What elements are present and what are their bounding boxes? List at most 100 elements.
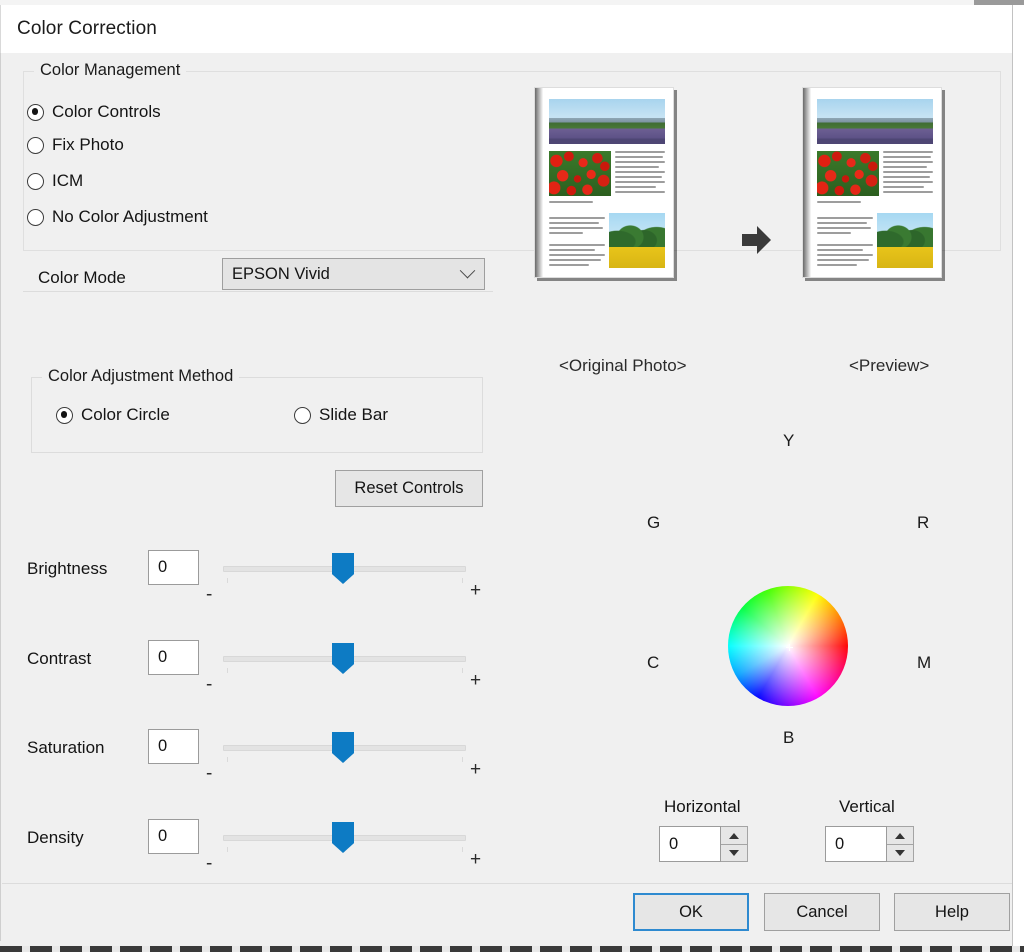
slider-plus-brightness: + (470, 580, 482, 601)
vertical-increment-button[interactable] (887, 826, 914, 844)
preview-page-content (813, 95, 934, 271)
window-right-pane (1013, 5, 1024, 946)
ok-button[interactable]: OK (633, 893, 749, 931)
slider-value-saturation[interactable]: 0 (148, 729, 199, 764)
text-column-right (883, 151, 933, 196)
cancel-button[interactable]: Cancel (764, 893, 880, 931)
radio-icm-label: ICM (52, 171, 84, 190)
chevron-down-icon (459, 262, 476, 279)
triangle-down-icon (729, 850, 739, 856)
horizontal-decrement-button[interactable] (721, 844, 748, 862)
vertical-decrement-button[interactable] (887, 844, 914, 862)
vertical-value: 0 (835, 834, 845, 853)
radio-no-color-adjustment-label: No Color Adjustment (52, 207, 208, 226)
text-caption-line (549, 201, 593, 206)
slider-minus-brightness: - (206, 584, 213, 605)
slider-track-brightness[interactable] (223, 550, 466, 600)
text-column-right (615, 151, 665, 196)
photo-poppy-field (817, 151, 879, 196)
wheel-label-yellow: Y (783, 431, 795, 450)
wheel-label-cyan: C (647, 653, 660, 672)
slider-plus-density: + (470, 849, 482, 870)
radio-no-color-adjustment-indicator[interactable] (27, 208, 44, 226)
slider-minus-contrast: - (206, 674, 213, 695)
slider-track-density[interactable] (223, 819, 466, 869)
slider-tick-right (462, 578, 463, 583)
slider-thumb-contrast[interactable] (332, 643, 354, 674)
color-management-divider (23, 291, 493, 292)
vertical-stepper-buttons (887, 826, 914, 862)
slider-label-brightness: Brightness (27, 559, 108, 578)
horizontal-stepper[interactable]: 0 (659, 826, 748, 862)
original-page-content (545, 95, 666, 271)
slider-tick-right (462, 668, 463, 673)
radio-icm[interactable]: ICM (27, 171, 83, 191)
horizontal-stepper-buttons (721, 826, 748, 862)
preview-photo-thumbnail (802, 87, 942, 278)
wheel-label-blue: B (783, 728, 795, 747)
vertical-input[interactable]: 0 (825, 826, 887, 862)
radio-color-circle-indicator[interactable] (56, 406, 73, 424)
radio-color-controls-indicator[interactable] (27, 103, 44, 121)
slider-thumb-density[interactable] (332, 822, 354, 853)
slider-value-saturation-text: 0 (158, 737, 168, 755)
color-mode-value: EPSON Vivid (232, 264, 330, 283)
slider-minus-saturation: - (206, 763, 213, 784)
slider-label-density: Density (27, 828, 84, 847)
slider-minus-density: - (206, 853, 213, 874)
color-correction-dialog: Color Correction Color Management Color … (0, 0, 1024, 952)
slider-tick-right (462, 757, 463, 762)
slider-thumb-saturation[interactable] (332, 732, 354, 763)
horizontal-value: 0 (669, 834, 679, 853)
slider-row-saturation: Saturation 0 - + (1, 712, 501, 798)
slider-label-saturation: Saturation (27, 738, 105, 757)
radio-slide-bar-indicator[interactable] (294, 406, 311, 424)
text-column-left (817, 217, 873, 269)
wheel-label-magenta: M (917, 653, 932, 672)
page-spine-shade (803, 88, 811, 277)
reset-controls-button[interactable]: Reset Controls (335, 470, 483, 507)
slider-tick-right (462, 847, 463, 852)
radio-color-circle-label: Color Circle (81, 405, 170, 424)
slider-value-brightness[interactable]: 0 (148, 550, 199, 585)
radio-slide-bar[interactable]: Slide Bar (294, 405, 388, 425)
radio-fix-photo-label: Fix Photo (52, 135, 124, 154)
vertical-stepper[interactable]: 0 (825, 826, 914, 862)
slider-row-contrast: Contrast 0 - + (1, 623, 501, 709)
slider-track-contrast[interactable] (223, 640, 466, 690)
color-circle-crosshair (786, 644, 793, 651)
window-bottom-strip (0, 946, 1024, 952)
photo-mountain-lavender (817, 99, 933, 144)
triangle-up-icon (895, 832, 905, 839)
original-photo-thumbnail (534, 87, 674, 278)
photo-mountain-lavender (549, 99, 665, 144)
radio-icm-indicator[interactable] (27, 172, 44, 190)
radio-no-color-adjustment[interactable]: No Color Adjustment (27, 207, 208, 227)
triangle-down-icon (895, 850, 905, 856)
title-bar: Color Correction (0, 5, 1012, 53)
window-title: Color Correction (17, 18, 157, 39)
photo-trees-canola (609, 213, 665, 268)
footer-divider (2, 883, 1012, 884)
horizontal-label: Horizontal (664, 797, 741, 816)
radio-fix-photo-indicator[interactable] (27, 136, 44, 154)
radio-fix-photo[interactable]: Fix Photo (27, 135, 124, 155)
slider-tick-left (227, 668, 228, 673)
radio-slide-bar-label: Slide Bar (319, 405, 388, 424)
help-button[interactable]: Help (894, 893, 1010, 931)
slider-track-saturation[interactable] (223, 729, 466, 779)
slider-plus-saturation: + (470, 759, 482, 780)
radio-color-circle[interactable]: Color Circle (56, 405, 170, 425)
preview-caption: <Preview> (849, 356, 930, 375)
color-mode-select[interactable]: EPSON Vivid (222, 258, 485, 290)
slider-thumb-brightness[interactable] (332, 553, 354, 584)
horizontal-increment-button[interactable] (721, 826, 748, 844)
photo-trees-canola (877, 213, 933, 268)
vertical-label: Vertical (839, 797, 895, 816)
horizontal-input[interactable]: 0 (659, 826, 721, 862)
slider-row-brightness: Brightness 0 - + (1, 533, 501, 619)
radio-color-controls[interactable]: Color Controls (27, 102, 161, 122)
slider-value-contrast[interactable]: 0 (148, 640, 199, 675)
slider-value-density[interactable]: 0 (148, 819, 199, 854)
slider-plus-contrast: + (470, 670, 482, 691)
